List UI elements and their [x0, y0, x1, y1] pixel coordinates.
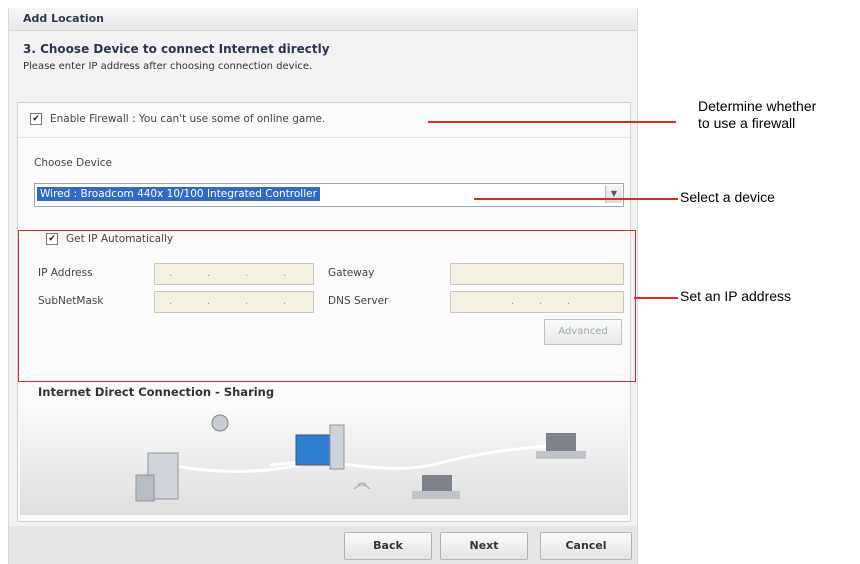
- back-button[interactable]: Back: [344, 532, 432, 560]
- device-callout-line: [474, 198, 678, 200]
- next-button[interactable]: Next: [440, 532, 528, 560]
- ip-callout-text: Set an IP address: [680, 288, 792, 304]
- dialog-title: Add Location: [23, 12, 105, 25]
- firewall-row[interactable]: ✔ Enable Firewall : You can't use some o…: [30, 113, 325, 125]
- dialog-titlebar: Add Location: [9, 8, 637, 31]
- firewall-label: Enable Firewall : You can't use some of …: [50, 113, 326, 125]
- device-selected-value: Wired : Broadcom 440x 10/100 Integrated …: [37, 187, 320, 201]
- illustration-title: Internet Direct Connection - Sharing: [38, 385, 275, 399]
- ip-settings-highlight: [18, 230, 636, 382]
- ip-callout-line: [634, 297, 678, 299]
- network-diagram-icon: [135, 414, 586, 502]
- divider: [18, 137, 630, 138]
- firewall-callout-line2: to use a firewall: [698, 115, 796, 131]
- step-description: Please enter IP address after choosing c…: [23, 61, 313, 72]
- firewall-callout-line1: Determine whether: [698, 98, 817, 114]
- device-select[interactable]: Wired : Broadcom 440x 10/100 Integrated …: [34, 183, 624, 207]
- cancel-button[interactable]: Cancel: [540, 532, 632, 560]
- chevron-down-icon[interactable]: ▼: [605, 185, 622, 203]
- network-illustration: [20, 405, 628, 515]
- firewall-checkbox[interactable]: ✔: [30, 113, 42, 125]
- choose-device-label: Choose Device: [34, 157, 113, 169]
- step-title: 3. Choose Device to connect Internet dir…: [23, 42, 330, 56]
- firewall-callout-line: [428, 121, 676, 123]
- device-callout-text: Select a device: [680, 189, 775, 205]
